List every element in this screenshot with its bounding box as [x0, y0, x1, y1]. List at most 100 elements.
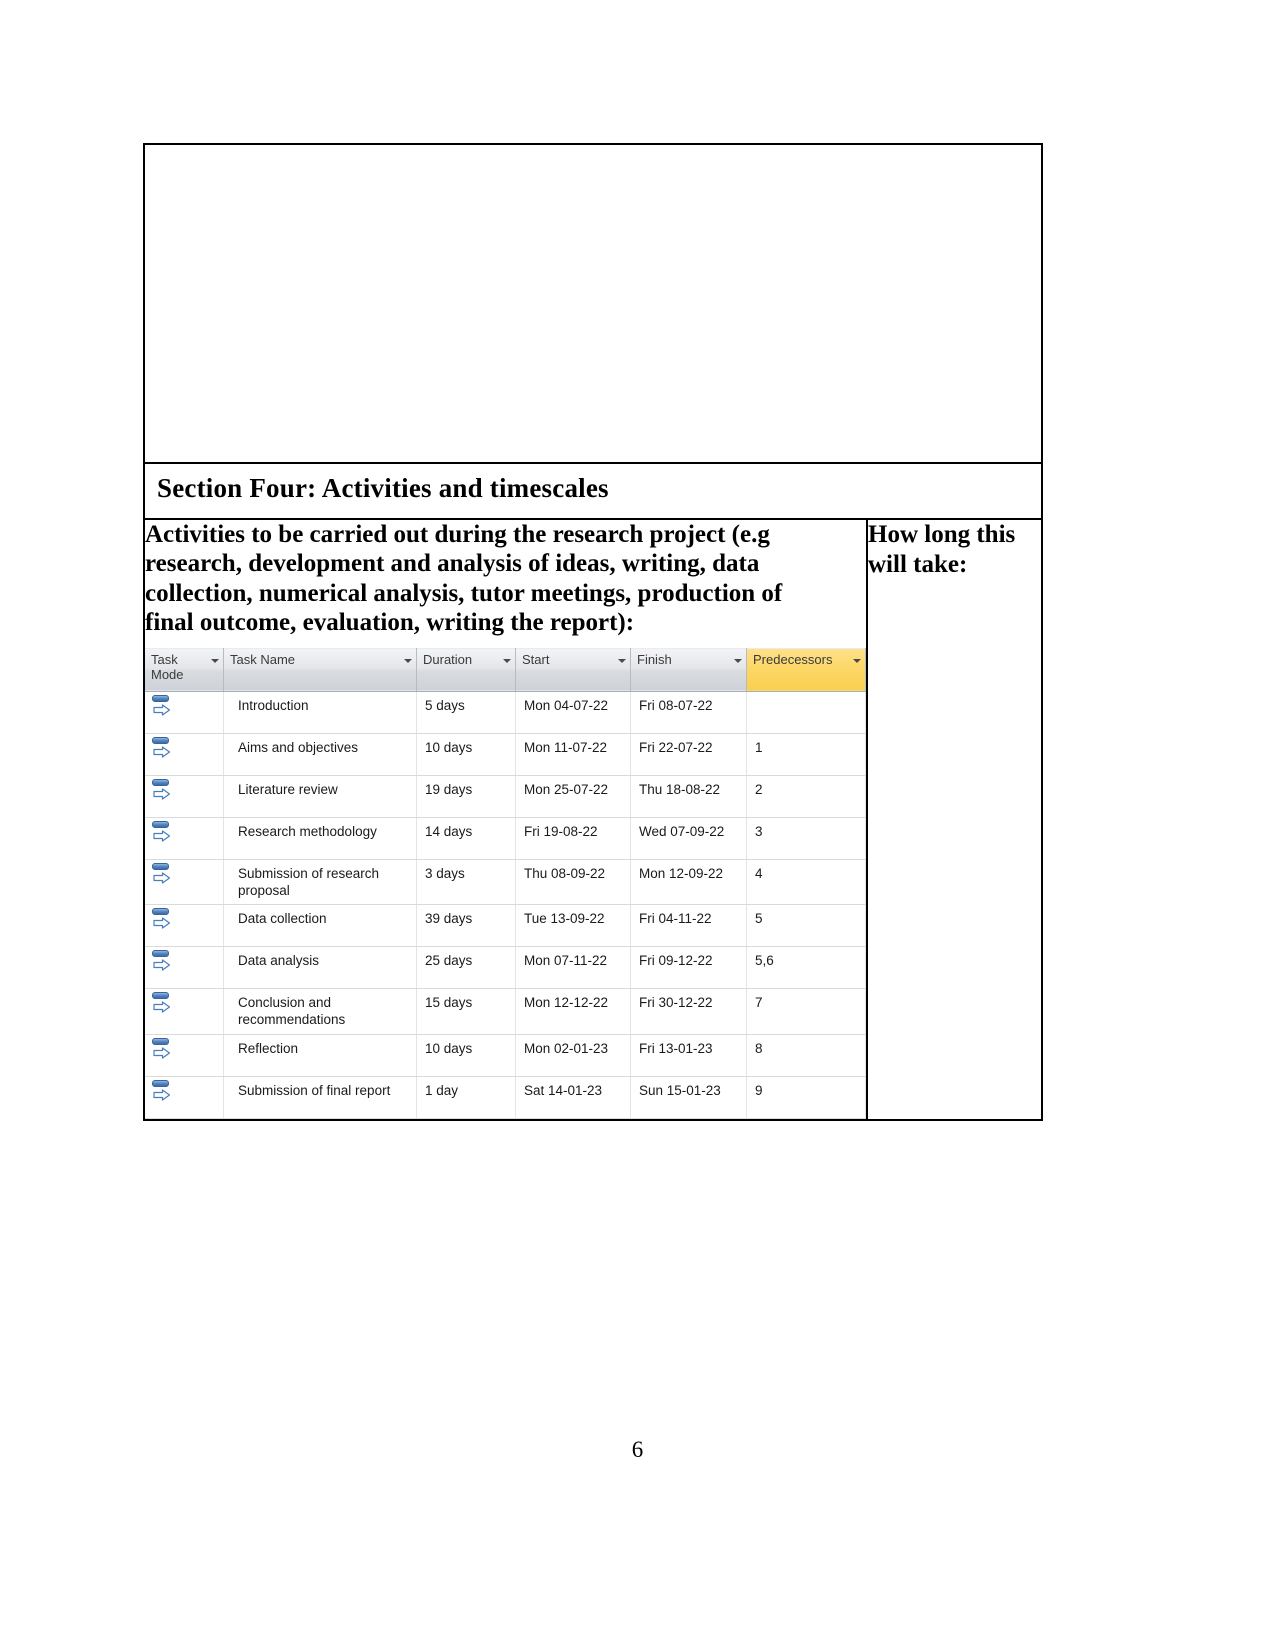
cell-duration[interactable]: 1 day — [416, 1076, 516, 1119]
cell-finish[interactable]: Fri 13-01-23 — [630, 1034, 747, 1077]
cell-start[interactable]: Mon 02-01-23 — [515, 1034, 631, 1077]
cell-task-mode[interactable] — [145, 946, 224, 990]
cell-task-name[interactable]: Submission of research proposal — [223, 859, 417, 906]
cell-task-mode[interactable] — [145, 817, 224, 860]
cell-task-name[interactable]: Reflection — [223, 1034, 417, 1077]
cell-finish[interactable]: Sun 15-01-23 — [630, 1076, 747, 1119]
cell-task-name[interactable]: Conclusion and recommendations — [223, 988, 417, 1035]
column-header-task-name[interactable]: Task Name — [223, 647, 417, 692]
cell-duration[interactable]: 39 days — [416, 904, 516, 948]
cell-task-mode[interactable] — [145, 691, 224, 734]
table-row[interactable]: Data analysis 25 days Mon 07-11-22 Fri 09-1… — [145, 946, 866, 990]
column-header-task-mode-label: Task Mode — [151, 651, 184, 682]
cell-task-name[interactable]: Data collection — [223, 904, 417, 948]
cell-task-mode[interactable] — [145, 904, 224, 948]
cell-task-mode[interactable] — [145, 988, 224, 1035]
cell-duration[interactable]: 5 days — [416, 691, 516, 734]
cell-start[interactable]: Mon 04-07-22 — [515, 691, 631, 734]
cell-finish[interactable]: Fri 30-12-22 — [630, 988, 747, 1035]
auto-schedule-icon — [151, 778, 177, 803]
auto-schedule-icon — [151, 736, 177, 761]
cell-duration[interactable]: 19 days — [416, 775, 516, 818]
chevron-down-icon[interactable] — [618, 658, 626, 663]
cell-task-mode[interactable] — [145, 859, 224, 906]
how-long-cell: How long this will take: — [867, 519, 1042, 1120]
cell-start[interactable]: Mon 12-12-22 — [515, 988, 631, 1035]
cell-start[interactable]: Sat 14-01-23 — [515, 1076, 631, 1119]
activities-row: Activities to be carried out during the … — [144, 518, 1042, 1120]
cell-predecessors[interactable]: 4 — [746, 859, 866, 906]
how-long-label: How long this will take: — [868, 520, 1016, 578]
chevron-down-icon[interactable] — [211, 658, 219, 663]
table-row[interactable]: Conclusion and recommendations 15 days Mon… — [145, 988, 866, 1035]
cell-task-name[interactable]: Data analysis — [223, 946, 417, 990]
cell-finish[interactable]: Fri 04-11-22 — [630, 904, 747, 948]
auto-schedule-icon — [151, 992, 177, 1016]
chevron-down-icon[interactable] — [404, 658, 412, 663]
cell-finish[interactable]: Fri 09-12-22 — [630, 946, 747, 990]
document-page: Section Four: Activities and timescales … — [0, 0, 1275, 1650]
cell-task-mode[interactable] — [145, 733, 224, 776]
section-heading-text: Section Four: Activities and timescales — [157, 473, 609, 503]
table-row[interactable]: Aims and objectives 10 days Mon 11-07-22 Fr… — [145, 733, 866, 776]
cell-start[interactable]: Mon 25-07-22 — [515, 775, 631, 818]
table-row[interactable]: Literature review 19 days Mon 25-07-22 Thu … — [145, 775, 866, 818]
cell-duration[interactable]: 15 days — [416, 988, 516, 1035]
cell-duration[interactable]: 25 days — [416, 946, 516, 990]
cell-duration[interactable]: 14 days — [416, 817, 516, 860]
table-row[interactable]: Submission of research proposal 3 days Thu… — [145, 859, 866, 906]
cell-finish[interactable]: Fri 08-07-22 — [630, 691, 747, 734]
cell-predecessors[interactable] — [746, 691, 866, 734]
cell-predecessors[interactable]: 5,6 — [746, 946, 866, 990]
table-row[interactable]: Reflection 10 days Mon 02-01-23 Fri 13-01-2… — [145, 1034, 866, 1077]
chevron-down-icon[interactable] — [734, 658, 742, 663]
chevron-down-icon[interactable] — [853, 658, 861, 663]
cell-start[interactable]: Mon 11-07-22 — [515, 733, 631, 776]
table-row[interactable]: Submission of final report 1 day Sat 14-01… — [145, 1076, 866, 1119]
cell-predecessors[interactable]: 1 — [746, 733, 866, 776]
column-header-start[interactable]: Start — [515, 647, 631, 692]
auto-schedule-icon — [151, 694, 177, 719]
column-header-duration[interactable]: Duration — [416, 647, 516, 692]
activities-prompt-text: Activities to be carried out during the … — [145, 520, 783, 637]
cell-finish[interactable]: Wed 07-09-22 — [630, 817, 747, 860]
cell-task-mode[interactable] — [145, 1076, 224, 1119]
cell-task-name[interactable]: Submission of final report — [223, 1076, 417, 1119]
cell-start[interactable]: Fri 19-08-22 — [515, 817, 631, 860]
auto-schedule-icon — [151, 1037, 177, 1062]
cell-task-name[interactable]: Research methodology — [223, 817, 417, 860]
cell-task-name[interactable]: Aims and objectives — [223, 733, 417, 776]
column-header-predecessors[interactable]: Predecessors — [746, 647, 866, 692]
cell-finish[interactable]: Thu 18-08-22 — [630, 775, 747, 818]
cell-task-name[interactable]: Literature review — [223, 775, 417, 818]
proposal-form-table: Section Four: Activities and timescales … — [143, 143, 1043, 1121]
chevron-down-icon[interactable] — [503, 658, 511, 663]
cell-predecessors[interactable]: 8 — [746, 1034, 866, 1077]
cell-task-mode[interactable] — [145, 1034, 224, 1077]
column-header-task-name-label: Task Name — [230, 651, 296, 667]
column-header-finish-label: Finish — [637, 651, 672, 667]
cell-predecessors[interactable]: 7 — [746, 988, 866, 1035]
cell-start[interactable]: Thu 08-09-22 — [515, 859, 631, 906]
section-heading-row: Section Four: Activities and timescales — [144, 463, 1042, 520]
activities-cell: Activities to be carried out during the … — [144, 518, 868, 1120]
cell-task-mode[interactable] — [145, 775, 224, 818]
table-row[interactable]: Data collection 39 days Tue 13-09-22 Fri 04… — [145, 904, 866, 948]
table-row[interactable]: Introduction 5 days Mon 04-07-22 Fri 08-07-… — [145, 691, 866, 734]
column-header-task-mode[interactable]: Task Mode — [145, 647, 224, 692]
task-grid-header-row: Task Mode Task Name Duration Start Finis… — [145, 647, 866, 692]
cell-start[interactable]: Tue 13-09-22 — [515, 904, 631, 948]
cell-start[interactable]: Mon 07-11-22 — [515, 946, 631, 990]
cell-duration[interactable]: 10 days — [416, 733, 516, 776]
table-row[interactable]: Research methodology 14 days Fri 19-08-22 W… — [145, 817, 866, 860]
cell-duration[interactable]: 3 days — [416, 859, 516, 906]
cell-predecessors[interactable]: 5 — [746, 904, 866, 948]
cell-task-name[interactable]: Introduction — [223, 691, 417, 734]
cell-duration[interactable]: 10 days — [416, 1034, 516, 1077]
cell-finish[interactable]: Mon 12-09-22 — [630, 859, 747, 906]
cell-predecessors[interactable]: 3 — [746, 817, 866, 860]
cell-predecessors[interactable]: 2 — [746, 775, 866, 818]
column-header-finish[interactable]: Finish — [630, 647, 747, 692]
cell-predecessors[interactable]: 9 — [746, 1076, 866, 1119]
cell-finish[interactable]: Fri 22-07-22 — [630, 733, 747, 776]
